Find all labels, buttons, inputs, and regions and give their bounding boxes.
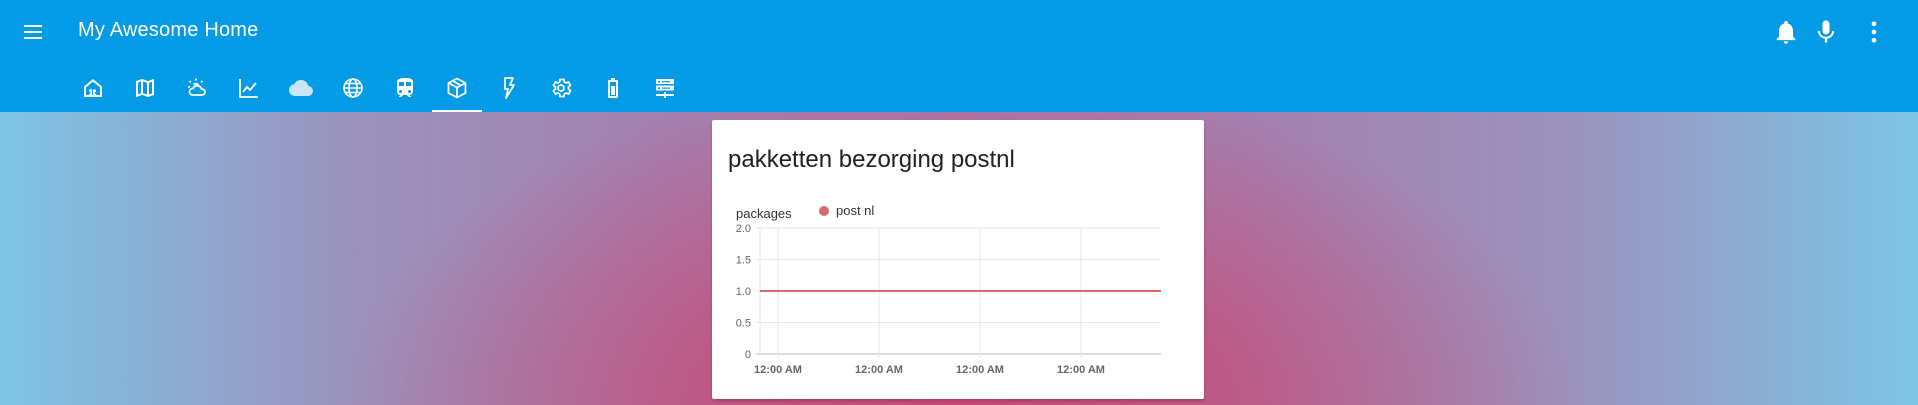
tab-weather-partly-cloudy-icon[interactable] bbox=[172, 64, 222, 112]
microphone-icon[interactable] bbox=[1812, 18, 1840, 46]
tab-settings-icon[interactable] bbox=[536, 64, 586, 112]
server-icon bbox=[656, 79, 674, 98]
y-tick-label: 0.5 bbox=[736, 318, 751, 330]
y-axis-label: packages bbox=[736, 206, 792, 221]
y-tick-label: 1.5 bbox=[736, 255, 751, 267]
tab-package-icon[interactable] bbox=[432, 64, 482, 112]
legend-label: post nl bbox=[836, 203, 874, 218]
tab-flash-icon[interactable] bbox=[484, 64, 534, 112]
flash-icon bbox=[504, 77, 515, 99]
tab-server-icon[interactable] bbox=[640, 64, 690, 112]
history-graph-card: pakketten bezorging postnl packages post… bbox=[712, 120, 1204, 399]
settings-icon bbox=[552, 78, 572, 98]
y-tick-label: 0 bbox=[745, 349, 751, 361]
chart-line-icon bbox=[239, 79, 258, 98]
chart-legend[interactable]: post nl bbox=[819, 203, 874, 218]
y-axis-ticks: 0 0.5 1.0 1.5 2.0 bbox=[736, 223, 751, 361]
train-icon bbox=[397, 78, 413, 97]
tab-battery-icon[interactable] bbox=[588, 64, 638, 112]
globe-icon bbox=[343, 78, 363, 98]
x-tick-label: 12:00 AM bbox=[956, 364, 1004, 376]
tab-globe-icon[interactable] bbox=[328, 64, 378, 112]
tab-home-assistant-icon[interactable] bbox=[68, 64, 118, 112]
bell-icon[interactable] bbox=[1772, 18, 1800, 46]
x-tick-label: 12:00 AM bbox=[1057, 364, 1105, 376]
x-axis-ticks: 12:00 AM 12:00 AM 12:00 AM 12:00 AM bbox=[754, 364, 1105, 376]
tab-chart-line-icon[interactable] bbox=[224, 64, 274, 112]
weather-partly-cloudy-icon bbox=[188, 78, 206, 96]
y-tick-label: 2.0 bbox=[736, 223, 751, 235]
dots-vertical-icon[interactable] bbox=[1860, 18, 1888, 46]
hamburger-menu-icon[interactable] bbox=[18, 18, 50, 46]
package-icon bbox=[447, 77, 467, 99]
app-header: My Awesome Home bbox=[0, 0, 1918, 112]
tab-map-icon[interactable] bbox=[120, 64, 170, 112]
toolbar: My Awesome Home bbox=[0, 0, 1918, 64]
legend-swatch bbox=[819, 206, 829, 216]
map-icon bbox=[136, 79, 154, 97]
tab-cloud-icon[interactable] bbox=[276, 64, 326, 112]
tab-train-icon[interactable] bbox=[380, 64, 430, 112]
x-tick-label: 12:00 AM bbox=[855, 364, 903, 376]
y-tick-label: 1.0 bbox=[736, 286, 751, 298]
x-tick-label: 12:00 AM bbox=[754, 364, 802, 376]
battery-icon bbox=[608, 78, 618, 98]
app-title: My Awesome Home bbox=[78, 19, 259, 41]
chart-grid bbox=[756, 227, 1161, 358]
home-assistant-icon bbox=[84, 79, 102, 97]
line-chart[interactable]: packages post nl 00.51.01.52.0 12:00 AM 1… bbox=[712, 120, 1204, 399]
cloud-icon bbox=[289, 80, 313, 96]
